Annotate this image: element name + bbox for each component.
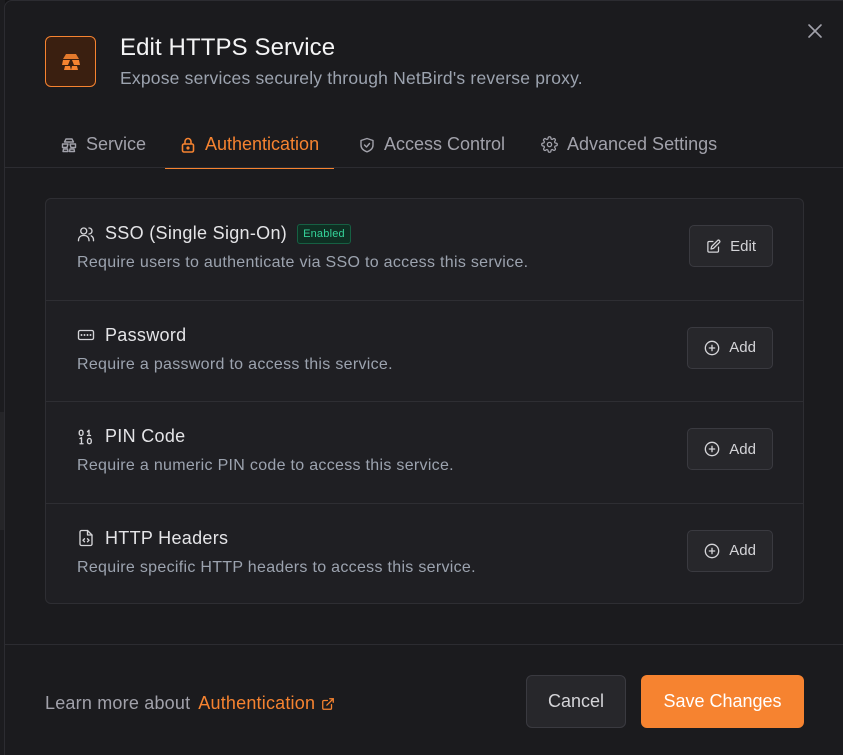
auth-method-http-headers: HTTP Headers Require specific HTTP heade…: [46, 504, 803, 604]
lock-icon: [181, 137, 195, 153]
auth-method-description: Require a password to access this servic…: [77, 355, 393, 373]
add-pin-label: Add: [729, 440, 756, 458]
service-logo-icon: [45, 36, 96, 87]
auth-method-title-row: SSO (Single Sign-On) Enabled: [77, 223, 351, 244]
auth-method-title: PIN Code: [105, 426, 186, 446]
external-link-icon: [322, 697, 335, 710]
authentication-docs-link[interactable]: Authentication: [198, 693, 335, 714]
plus-circle-icon: [704, 543, 720, 558]
users-icon: [77, 226, 95, 241]
edit-icon: [707, 239, 721, 253]
gear-icon: [541, 136, 558, 153]
shield-icon: [360, 137, 374, 152]
add-http-headers-label: Add: [729, 542, 756, 559]
save-changes-button[interactable]: Save Changes: [641, 675, 804, 728]
status-badge: Enabled: [297, 223, 351, 244]
tab-authentication[interactable]: Authentication: [165, 121, 335, 169]
close-button[interactable]: [804, 20, 826, 42]
add-password-button[interactable]: Add: [687, 326, 773, 369]
tab-advanced-settings-label: Advanced Settings: [567, 134, 718, 154]
tab-service-label: Service: [86, 134, 147, 154]
password-icon: [77, 329, 95, 341]
dialog-footer: Learn more about Authentication Cancel S…: [5, 644, 843, 755]
tab-service[interactable]: Service: [61, 121, 146, 168]
authentication-docs-link-label: Authentication: [198, 693, 316, 713]
auth-method-title-row: PIN Code: [77, 426, 185, 447]
file-code-icon: [79, 529, 93, 547]
auth-method-password: Password Require a password to access th…: [46, 301, 803, 402]
plus-circle-icon: [704, 441, 720, 457]
add-password-label: Add: [729, 339, 756, 356]
tab-authentication-label: Authentication: [205, 134, 320, 154]
plus-circle-icon: [704, 340, 720, 355]
tab-access-control-label: Access Control: [384, 134, 506, 154]
service-icon: [61, 137, 77, 152]
auth-method-title: SSO (Single Sign-On): [105, 223, 288, 243]
pin-icon: [78, 429, 92, 444]
auth-methods-panel: SSO (Single Sign-On) Enabled Require use…: [45, 198, 804, 604]
dialog-subtitle: Expose services securely through NetBird…: [120, 68, 583, 88]
edit-sso-button[interactable]: Edit: [689, 225, 773, 267]
learn-more-prefix: Learn more about: [45, 693, 191, 713]
tab-bar: Service Authentication Access Control Ad…: [5, 121, 843, 169]
add-http-headers-button[interactable]: Add: [687, 529, 773, 572]
auth-method-sso: SSO (Single Sign-On) Enabled Require use…: [46, 199, 803, 301]
auth-method-title-row: Password: [77, 325, 186, 346]
cancel-button[interactable]: Cancel: [526, 675, 626, 728]
learn-more: Learn more about Authentication: [45, 693, 335, 714]
tab-access-control[interactable]: Access Control: [359, 121, 505, 168]
auth-method-description: Require a numeric PIN code to access thi…: [77, 457, 454, 474]
auth-method-title: Password: [105, 324, 187, 345]
auth-method-title: HTTP Headers: [105, 527, 229, 548]
add-pin-button[interactable]: Add: [687, 428, 773, 470]
auth-method-description: Require specific HTTP headers to access …: [77, 558, 476, 576]
dialog-title: Edit HTTPS Service: [120, 34, 336, 61]
auth-method-pin: PIN Code Require a numeric PIN code to a…: [46, 402, 803, 504]
auth-method-description: Require users to authenticate via SSO to…: [77, 254, 529, 271]
edit-service-dialog: Edit HTTPS Service Expose services secur…: [4, 0, 843, 755]
close-icon: [808, 24, 822, 38]
auth-method-title-row: HTTP Headers: [77, 528, 228, 549]
tab-advanced-settings[interactable]: Advanced Settings: [541, 121, 717, 168]
edit-sso-label: Edit: [730, 237, 756, 255]
